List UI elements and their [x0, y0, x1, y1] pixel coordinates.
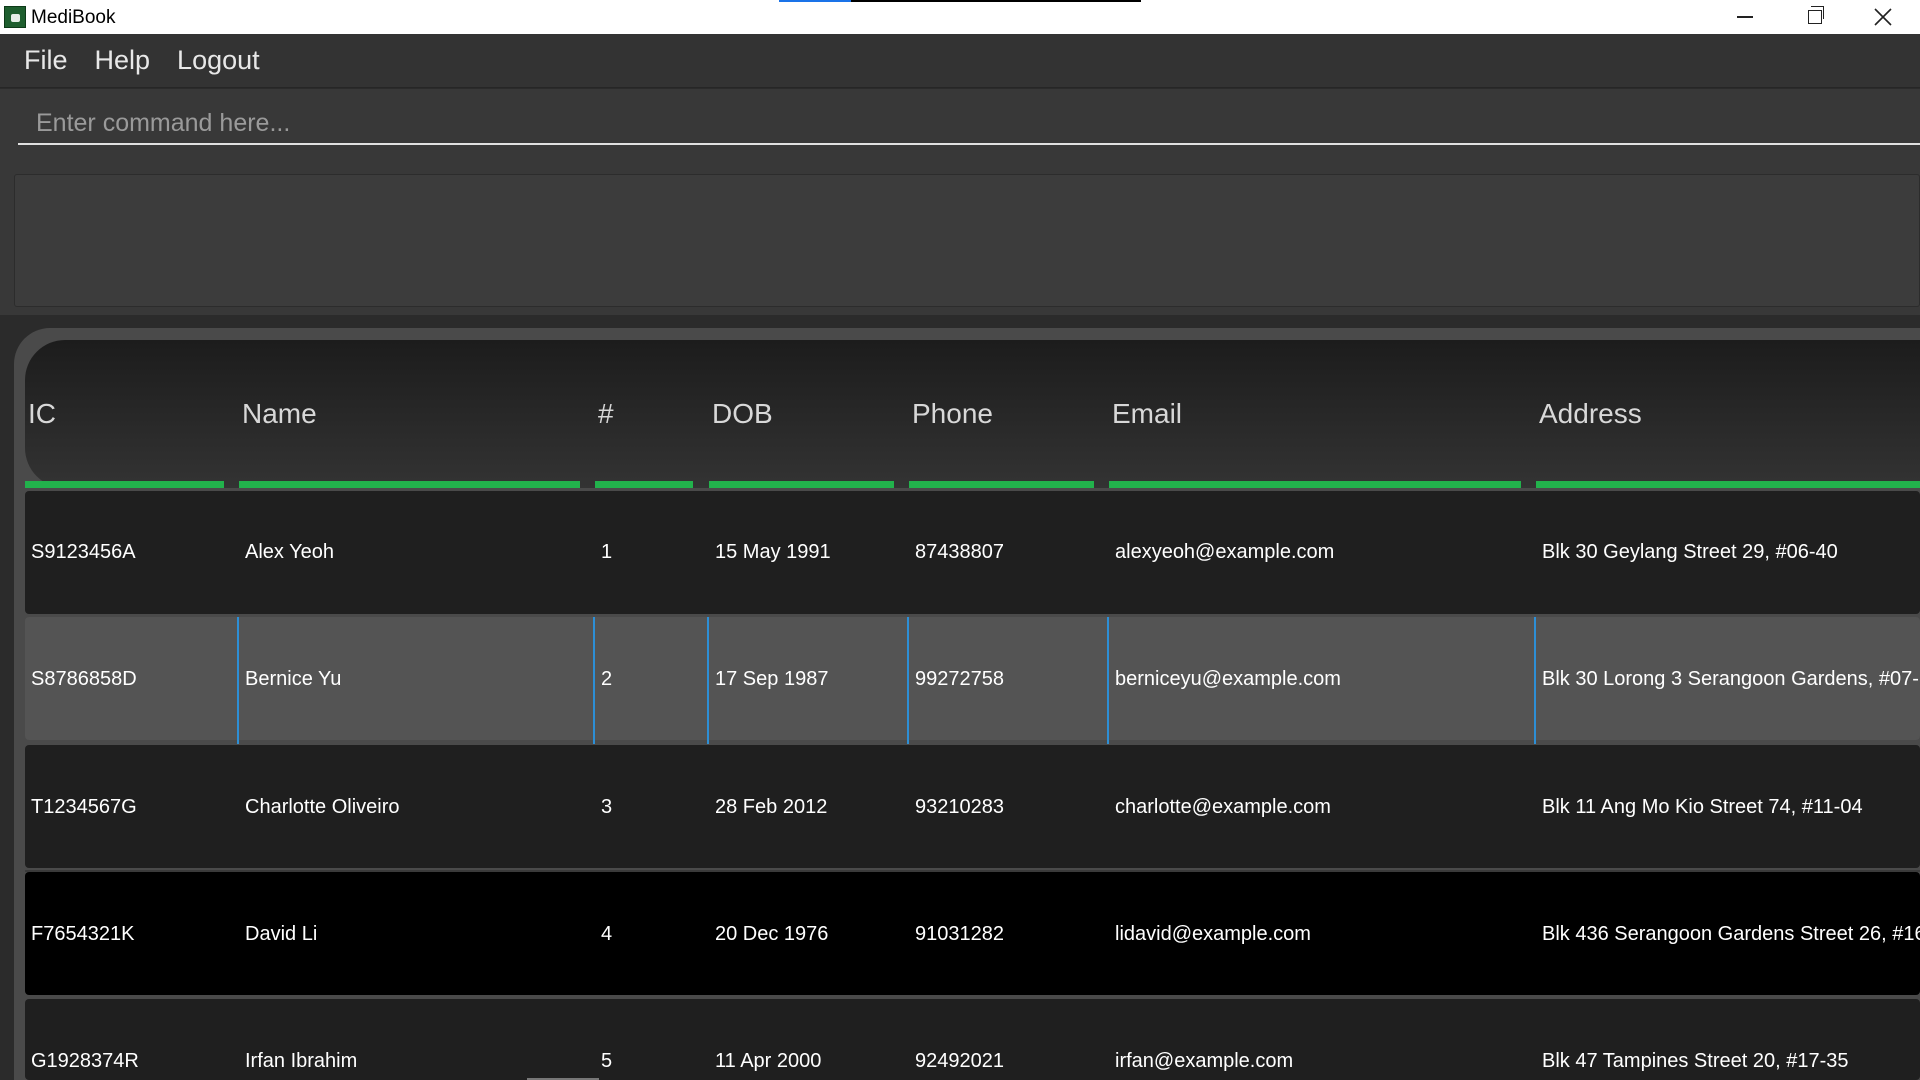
- column-header-phone[interactable]: Phone: [912, 398, 993, 430]
- cell-ic: F7654321K: [31, 923, 135, 945]
- app-logo-icon: [4, 6, 26, 28]
- cell-name: Charlotte Oliveiro: [245, 796, 400, 818]
- cell-dob: 20 Dec 1976: [715, 923, 829, 945]
- cell-name: David Li: [245, 923, 318, 945]
- command-input[interactable]: [18, 103, 1920, 145]
- cell-dob: 17 Sep 1987: [715, 668, 829, 690]
- result-display: [14, 174, 1920, 307]
- cell-phone: 99272758: [915, 668, 1004, 690]
- column-underline-number: [595, 481, 693, 488]
- command-box: [0, 89, 1920, 165]
- column-underline-address: [1536, 481, 1920, 488]
- restore-icon: [1808, 6, 1824, 24]
- cell-address: Blk 30 Lorong 3 Serangoon Gardens, #07-1: [1542, 668, 1920, 690]
- cell-separator: [1534, 617, 1536, 744]
- cell-ic: S9123456A: [31, 541, 136, 563]
- column-header-address[interactable]: Address: [1539, 398, 1642, 430]
- cell-phone: 87438807: [915, 541, 1004, 563]
- column-header-dob[interactable]: DOB: [712, 398, 773, 430]
- cell-name: Bernice Yu: [245, 668, 342, 690]
- cell-separator: [593, 617, 595, 744]
- cell-separator: [707, 617, 709, 744]
- cell-separator: [1107, 617, 1109, 744]
- minimize-icon: [1737, 16, 1753, 18]
- column-header-ic[interactable]: IC: [28, 398, 56, 430]
- cell-email: irfan@example.com: [1115, 1050, 1294, 1072]
- menu-bar: File Help Logout: [0, 34, 1920, 88]
- cell-phone: 93210283: [915, 796, 1004, 818]
- window-title: MediBook: [31, 7, 116, 28]
- cell-ic: G1928374R: [31, 1050, 139, 1072]
- column-underline-phone: [909, 481, 1094, 488]
- cell-ic: T1234567G: [31, 796, 137, 818]
- cell-number: 5: [601, 1050, 613, 1072]
- cell-address: Blk 436 Serangoon Gardens Street 26, #16…: [1542, 923, 1920, 945]
- cell-name: Irfan Ibrahim: [245, 1050, 358, 1072]
- cell-separator: [237, 617, 239, 744]
- cell-address: Blk 47 Tampines Street 20, #17-35: [1542, 1050, 1849, 1072]
- column-underline-dob: [709, 481, 894, 488]
- cell-dob: 15 May 1991: [715, 541, 831, 563]
- column-underline-name: [239, 481, 580, 488]
- cell-email: berniceyu@example.com: [1115, 668, 1341, 690]
- menu-file[interactable]: File: [24, 45, 68, 76]
- minimize-button[interactable]: [1710, 0, 1780, 34]
- column-header-number[interactable]: #: [598, 398, 614, 430]
- cell-address: Blk 30 Geylang Street 29, #06-40: [1542, 541, 1838, 563]
- cell-number: 3: [601, 796, 613, 818]
- cell-phone: 91031282: [915, 923, 1004, 945]
- close-icon: [1874, 8, 1892, 26]
- column-underline-email: [1109, 481, 1521, 488]
- cell-email: alexyeoh@example.com: [1115, 541, 1335, 563]
- cell-name: Alex Yeoh: [245, 541, 334, 563]
- cell-address: Blk 11 Ang Mo Kio Street 74, #11-04: [1542, 796, 1863, 818]
- cell-number: 1: [601, 541, 613, 563]
- cell-ic: S8786858D: [31, 668, 137, 690]
- column-header-name[interactable]: Name: [242, 398, 317, 430]
- cell-number: 2: [601, 668, 613, 690]
- cell-email: lidavid@example.com: [1115, 923, 1311, 945]
- menu-logout[interactable]: Logout: [177, 45, 260, 76]
- cell-separator: [907, 617, 909, 744]
- menu-help[interactable]: Help: [95, 45, 151, 76]
- restore-button[interactable]: [1780, 0, 1850, 34]
- title-bar: MediBook: [0, 0, 1920, 34]
- cell-phone: 92492021: [915, 1050, 1004, 1072]
- column-header-email[interactable]: Email: [1112, 398, 1182, 430]
- column-underline-ic: [25, 481, 224, 488]
- close-button[interactable]: [1848, 0, 1918, 34]
- progress-fill: [779, 0, 851, 2]
- cell-number: 4: [601, 923, 613, 945]
- cell-dob: 28 Feb 2012: [715, 796, 828, 818]
- result-display-area: [0, 165, 1920, 315]
- cell-email: charlotte@example.com: [1115, 796, 1331, 818]
- cell-dob: 11 Apr 2000: [715, 1050, 822, 1072]
